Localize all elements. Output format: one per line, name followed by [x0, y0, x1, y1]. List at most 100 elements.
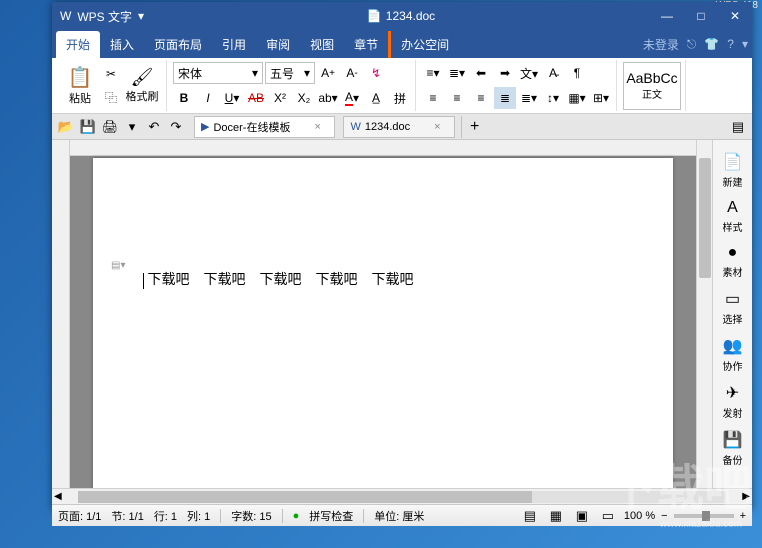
view-mode-3[interactable]: ▣: [572, 506, 592, 526]
view-mode-4[interactable]: ▭: [598, 506, 618, 526]
minimize-button[interactable]: —: [650, 2, 684, 30]
subscript-button[interactable]: X₂: [293, 87, 315, 109]
view-mode-1[interactable]: ▤: [520, 506, 540, 526]
title-dropdown-icon[interactable]: ▾: [138, 9, 144, 23]
borders-button[interactable]: ⊞▾: [590, 87, 612, 109]
bullets-button[interactable]: ≡▾: [422, 62, 444, 84]
highlight-button[interactable]: ab▾: [317, 87, 339, 109]
align-center-button[interactable]: ≡: [446, 87, 468, 109]
quick-dropdown[interactable]: ▾: [122, 117, 142, 137]
tab-document[interactable]: W 1234.doc ×: [343, 116, 455, 138]
zoom-out-button[interactable]: −: [661, 510, 667, 522]
shirt-icon[interactable]: 👕: [704, 37, 719, 51]
open-button[interactable]: 📂: [56, 117, 76, 137]
side-assets[interactable]: ●素材: [715, 240, 751, 283]
align-left-button[interactable]: ≡: [422, 87, 444, 109]
bold-button[interactable]: B: [173, 87, 195, 109]
menu-references[interactable]: 引用: [212, 31, 256, 58]
paste-button[interactable]: 📋 粘贴: [60, 61, 100, 111]
login-status[interactable]: 未登录: [643, 36, 679, 53]
help-icon[interactable]: ?: [727, 37, 734, 51]
menu-start[interactable]: 开始: [56, 31, 100, 58]
status-col[interactable]: 列: 1: [187, 508, 210, 524]
maximize-button[interactable]: □: [684, 2, 718, 30]
format-painter-button[interactable]: 🖌 格式刷: [122, 61, 162, 111]
tab-docer[interactable]: ▶ Docer-在线模板 ×: [194, 116, 335, 138]
indent-button[interactable]: ➡: [494, 62, 516, 84]
document-page[interactable]: ▤▾ 下载吧 下载吧 下载吧 下载吧 下载吧: [93, 158, 673, 488]
menu-page-layout[interactable]: 页面布局: [144, 31, 212, 58]
vertical-ruler[interactable]: [52, 140, 70, 488]
scroll-right-icon[interactable]: ▶: [740, 491, 752, 502]
scrollbar-thumb[interactable]: [699, 158, 711, 278]
menu-section[interactable]: 章节: [344, 31, 388, 58]
shading-button[interactable]: ▦▾: [566, 87, 588, 109]
close-button[interactable]: ✕: [718, 2, 752, 30]
char-border-button[interactable]: A̲: [365, 87, 387, 109]
justify-button[interactable]: ≣: [494, 87, 516, 109]
side-collab[interactable]: 👥协作: [715, 332, 751, 377]
tab-add-button[interactable]: +: [461, 116, 487, 138]
menu-review[interactable]: 审阅: [256, 31, 300, 58]
status-line[interactable]: 行: 1: [154, 508, 177, 524]
hscroll-track[interactable]: [78, 491, 727, 503]
distribute-button[interactable]: ≣▾: [518, 87, 540, 109]
view-mode-2[interactable]: ▦: [546, 506, 566, 526]
help-dropdown-icon[interactable]: ▾: [742, 37, 748, 51]
hscroll-thumb[interactable]: [78, 491, 532, 503]
tab-document-close[interactable]: ×: [434, 121, 448, 133]
status-zoom[interactable]: 100 %: [624, 510, 655, 522]
horizontal-scrollbar[interactable]: ◀ ▶: [52, 488, 752, 504]
grow-font-button[interactable]: A+: [317, 62, 339, 84]
zoom-in-button[interactable]: +: [740, 510, 746, 522]
save-button[interactable]: 💾: [78, 117, 98, 137]
side-launch[interactable]: ✈发射: [715, 379, 751, 424]
horizontal-ruler[interactable]: [70, 140, 696, 156]
menu-view[interactable]: 视图: [300, 31, 344, 58]
undo-button[interactable]: ↶: [144, 117, 164, 137]
skin-icon[interactable]: ⎋: [687, 37, 697, 52]
superscript-button[interactable]: X²: [269, 87, 291, 109]
clear-format-button[interactable]: ↯: [365, 62, 387, 84]
side-select[interactable]: ▭选择: [715, 285, 751, 330]
status-unit[interactable]: 单位: 厘米: [374, 508, 424, 524]
font-size-combo[interactable]: 五号▾: [265, 62, 315, 84]
align-right-button[interactable]: ≡: [470, 87, 492, 109]
zoom-thumb[interactable]: [702, 511, 710, 521]
outdent-button[interactable]: ⬅: [470, 62, 492, 84]
tabs-list-button[interactable]: ▤: [728, 117, 748, 137]
copy-button[interactable]: ⿻: [100, 86, 122, 108]
font-color-button[interactable]: A▾: [341, 87, 363, 109]
status-spell[interactable]: 拼写检查: [309, 508, 353, 524]
menu-office-space[interactable]: 办公空间: [388, 31, 459, 58]
cut-icon: ✂: [106, 67, 116, 81]
show-marks-button[interactable]: ¶: [566, 62, 588, 84]
italic-button[interactable]: I: [197, 87, 219, 109]
status-bar: 页面: 1/1 节: 1/1 行: 1 列: 1 字数: 15 ●拼写检查 单位…: [52, 504, 752, 526]
vertical-scrollbar[interactable]: [696, 140, 712, 488]
tab-docer-close[interactable]: ×: [314, 121, 328, 133]
text-direction-button[interactable]: 文▾: [518, 62, 540, 84]
underline-button[interactable]: U▾: [221, 87, 243, 109]
line-spacing-button[interactable]: ↕▾: [542, 87, 564, 109]
numbering-button[interactable]: ≣▾: [446, 62, 468, 84]
side-styles[interactable]: A样式: [715, 195, 751, 238]
phonetic-button[interactable]: 拼: [389, 87, 411, 109]
side-new[interactable]: 📄新建: [715, 148, 751, 193]
font-name-combo[interactable]: 宋体▾: [173, 62, 263, 84]
print-button[interactable]: 🖨: [100, 117, 120, 137]
status-chars[interactable]: 字数: 15: [231, 508, 271, 524]
cut-button[interactable]: ✂: [100, 63, 122, 85]
reveal-button[interactable]: А̵: [542, 62, 564, 84]
redo-button[interactable]: ↷: [166, 117, 186, 137]
side-backup[interactable]: 💾备份: [715, 426, 751, 471]
status-section[interactable]: 节: 1/1: [111, 508, 143, 524]
separator: [282, 509, 283, 523]
zoom-slider[interactable]: [674, 514, 734, 518]
style-gallery-item[interactable]: AaBbCc 正文: [623, 62, 681, 110]
menu-insert[interactable]: 插入: [100, 31, 144, 58]
scroll-left-icon[interactable]: ◀: [52, 491, 64, 502]
shrink-font-button[interactable]: A-: [341, 62, 363, 84]
status-page[interactable]: 页面: 1/1: [58, 508, 101, 524]
strikethrough-button[interactable]: AB: [245, 87, 267, 109]
